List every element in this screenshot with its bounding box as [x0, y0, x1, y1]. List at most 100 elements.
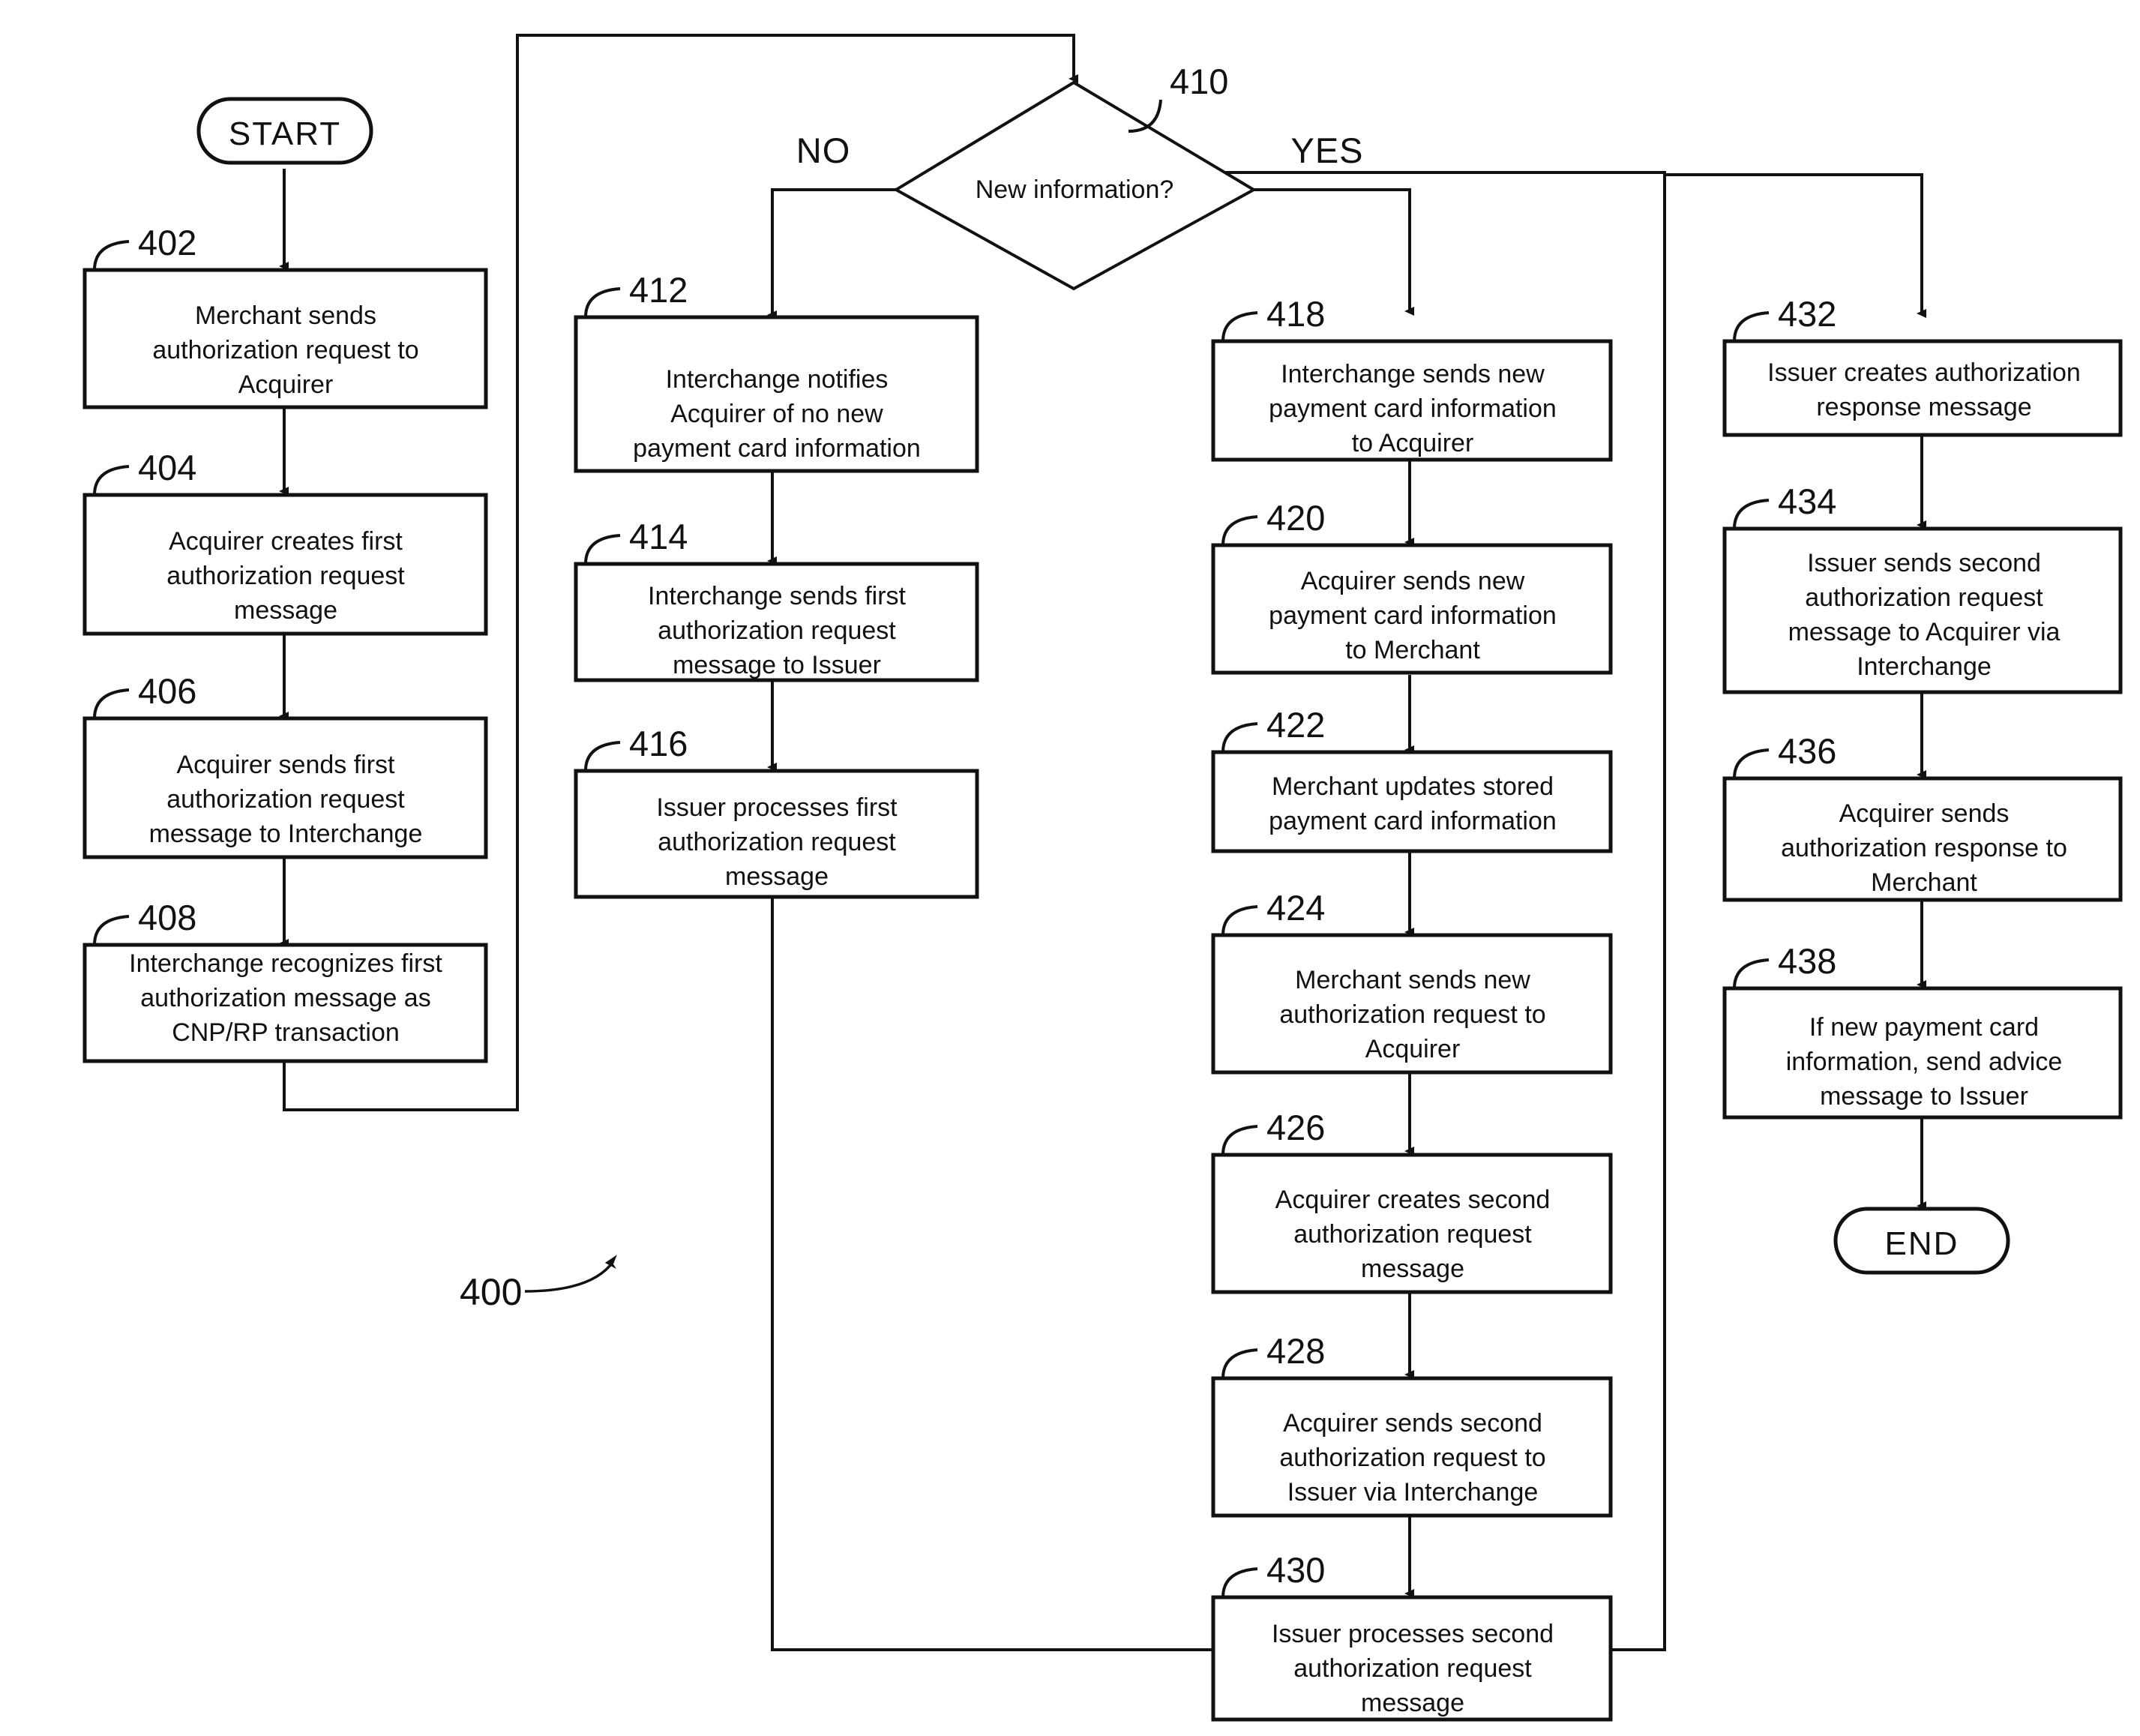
leader-404 — [93, 465, 130, 496]
box-434-line-3: message to Acquirer via — [1788, 618, 2061, 646]
leader-424 — [1221, 905, 1258, 936]
box-412-line-1: Interchange notifies — [666, 365, 889, 394]
box-416-line-2: authorization request — [658, 828, 896, 856]
box-402-line-3: Acquirer — [238, 370, 334, 399]
box-436-line-1: Acquirer sends — [1839, 799, 2010, 828]
box-404-line-3: message — [234, 596, 337, 625]
leader-402 — [93, 240, 130, 271]
edge-decision-yes-to-418 — [1252, 188, 1414, 316]
box-424-line-1: Merchant sends new — [1295, 966, 1530, 994]
box-438-line-1: If new payment card — [1809, 1013, 2039, 1042]
process-box-432: 432 Issuer creates authorization respons… — [1722, 294, 2123, 437]
process-box-416: 416 Issuer processes first authorization… — [574, 724, 979, 899]
box-418-line-1: Interchange sends new — [1281, 360, 1545, 388]
box-402-line-2: authorization request to — [152, 336, 418, 364]
box-412-line-2: Acquirer of no new — [670, 400, 883, 428]
ref-416: 416 — [629, 724, 688, 763]
branch-no-label: NO — [796, 130, 851, 170]
leader-418 — [1221, 311, 1258, 342]
box-408-line-2: authorization message as — [140, 984, 430, 1012]
leader-422 — [1221, 722, 1258, 753]
leader-408 — [93, 915, 130, 946]
box-434-line-4: Interchange — [1857, 652, 1992, 681]
leader-414 — [584, 534, 621, 565]
box-416-line-1: Issuer processes first — [656, 793, 898, 822]
flowchart-diagram: START END New information? 410 NO YES 40… — [82, 34, 2123, 1722]
box-432-line-1: Issuer creates authorization — [1767, 358, 2081, 387]
box-408-line-3: CNP/RP transaction — [172, 1018, 400, 1047]
box-418-line-2: payment card information — [1269, 394, 1557, 423]
leader-430 — [1221, 1567, 1258, 1598]
ref-422: 422 — [1266, 705, 1325, 745]
box-408-line-1: Interchange recognizes first — [129, 949, 442, 978]
ref-430: 430 — [1266, 1550, 1325, 1590]
end-label: END — [1885, 1225, 1959, 1262]
ref-426: 426 — [1266, 1108, 1325, 1147]
box-404-line-1: Acquirer creates first — [169, 527, 403, 556]
leader-434 — [1733, 499, 1770, 529]
end-terminator: END — [1833, 1207, 2010, 1275]
process-box-428: 428 Acquirer sends second authorization … — [1211, 1331, 1613, 1518]
box-430-line-3: message — [1361, 1689, 1464, 1717]
flowchart-page: START END New information? 410 NO YES 40… — [0, 0, 2140, 1736]
box-422-line-2: payment card information — [1269, 807, 1557, 835]
leader-438 — [1733, 958, 1770, 989]
process-box-420: 420 Acquirer sends new payment card info… — [1211, 498, 1613, 675]
box-414-line-1: Interchange sends first — [648, 582, 907, 610]
process-box-414: 414 Interchange sends first authorizatio… — [574, 517, 979, 682]
ref-410: 410 — [1170, 61, 1228, 101]
process-box-430: 430 Issuer processes second authorizatio… — [1211, 1550, 1613, 1722]
figure-number: 400 — [460, 1271, 522, 1313]
leader-428 — [1221, 1348, 1258, 1379]
leader-406 — [93, 688, 130, 719]
box-404-line-2: authorization request — [166, 562, 405, 590]
process-box-412: 412 Interchange notifies Acquirer of no … — [574, 270, 979, 473]
box-420-line-2: payment card information — [1269, 601, 1557, 630]
start-terminator: START — [196, 97, 373, 165]
box-414-line-3: message to Issuer — [673, 651, 881, 679]
ref-408: 408 — [138, 898, 196, 937]
box-430-line-1: Issuer processes second — [1272, 1620, 1554, 1648]
box-428-line-2: authorization request to — [1279, 1444, 1545, 1472]
box-434-line-1: Issuer sends second — [1807, 549, 2041, 577]
box-430-line-2: authorization request — [1293, 1654, 1532, 1683]
decision-label: New information? — [976, 175, 1174, 204]
box-426-line-3: message — [1361, 1255, 1464, 1283]
box-436-line-3: Merchant — [1871, 868, 1977, 897]
box-428-line-1: Acquirer sends second — [1283, 1409, 1542, 1438]
leader-412 — [584, 287, 621, 318]
box-424-line-3: Acquirer — [1365, 1035, 1461, 1063]
start-label: START — [229, 115, 341, 152]
box-420-line-1: Acquirer sends new — [1301, 567, 1525, 595]
branch-yes-label: YES — [1290, 130, 1363, 170]
box-412-line-3: payment card information — [633, 434, 921, 463]
box-418-line-3: to Acquirer — [1352, 429, 1474, 457]
process-box-422: 422 Merchant updates stored payment card… — [1211, 705, 1613, 853]
process-box-426: 426 Acquirer creates second authorizatio… — [1211, 1108, 1613, 1294]
box-426-line-2: authorization request — [1293, 1220, 1532, 1249]
edge-decision-no-to-412 — [767, 188, 896, 319]
box-432-line-2: response message — [1816, 393, 2031, 421]
leader-420 — [1221, 515, 1258, 546]
ref-420: 420 — [1266, 498, 1325, 538]
decision-new-information: New information? 410 NO YES — [796, 61, 1363, 291]
ref-412: 412 — [629, 270, 688, 310]
box-424-line-2: authorization request to — [1279, 1000, 1545, 1029]
ref-414: 414 — [629, 517, 688, 556]
box-414-line-2: authorization request — [658, 616, 896, 645]
process-box-424: 424 Merchant sends new authorization req… — [1211, 888, 1613, 1075]
box-406-line-2: authorization request — [166, 785, 405, 814]
leader-432 — [1733, 311, 1770, 342]
box-420-line-3: to Merchant — [1345, 636, 1480, 664]
ref-424: 424 — [1266, 888, 1325, 928]
box-438-line-3: message to Issuer — [1820, 1082, 2028, 1111]
ref-428: 428 — [1266, 1331, 1325, 1371]
box-402-line-1: Merchant sends — [195, 301, 376, 330]
ref-406: 406 — [138, 671, 196, 711]
ref-438: 438 — [1778, 941, 1836, 981]
box-436-line-2: authorization response to — [1781, 834, 2067, 862]
figure-label-400: 400 — [460, 1255, 617, 1313]
ref-418: 418 — [1266, 294, 1325, 334]
box-438-line-2: information, send advice — [1786, 1048, 2063, 1076]
leader-426 — [1221, 1125, 1258, 1156]
